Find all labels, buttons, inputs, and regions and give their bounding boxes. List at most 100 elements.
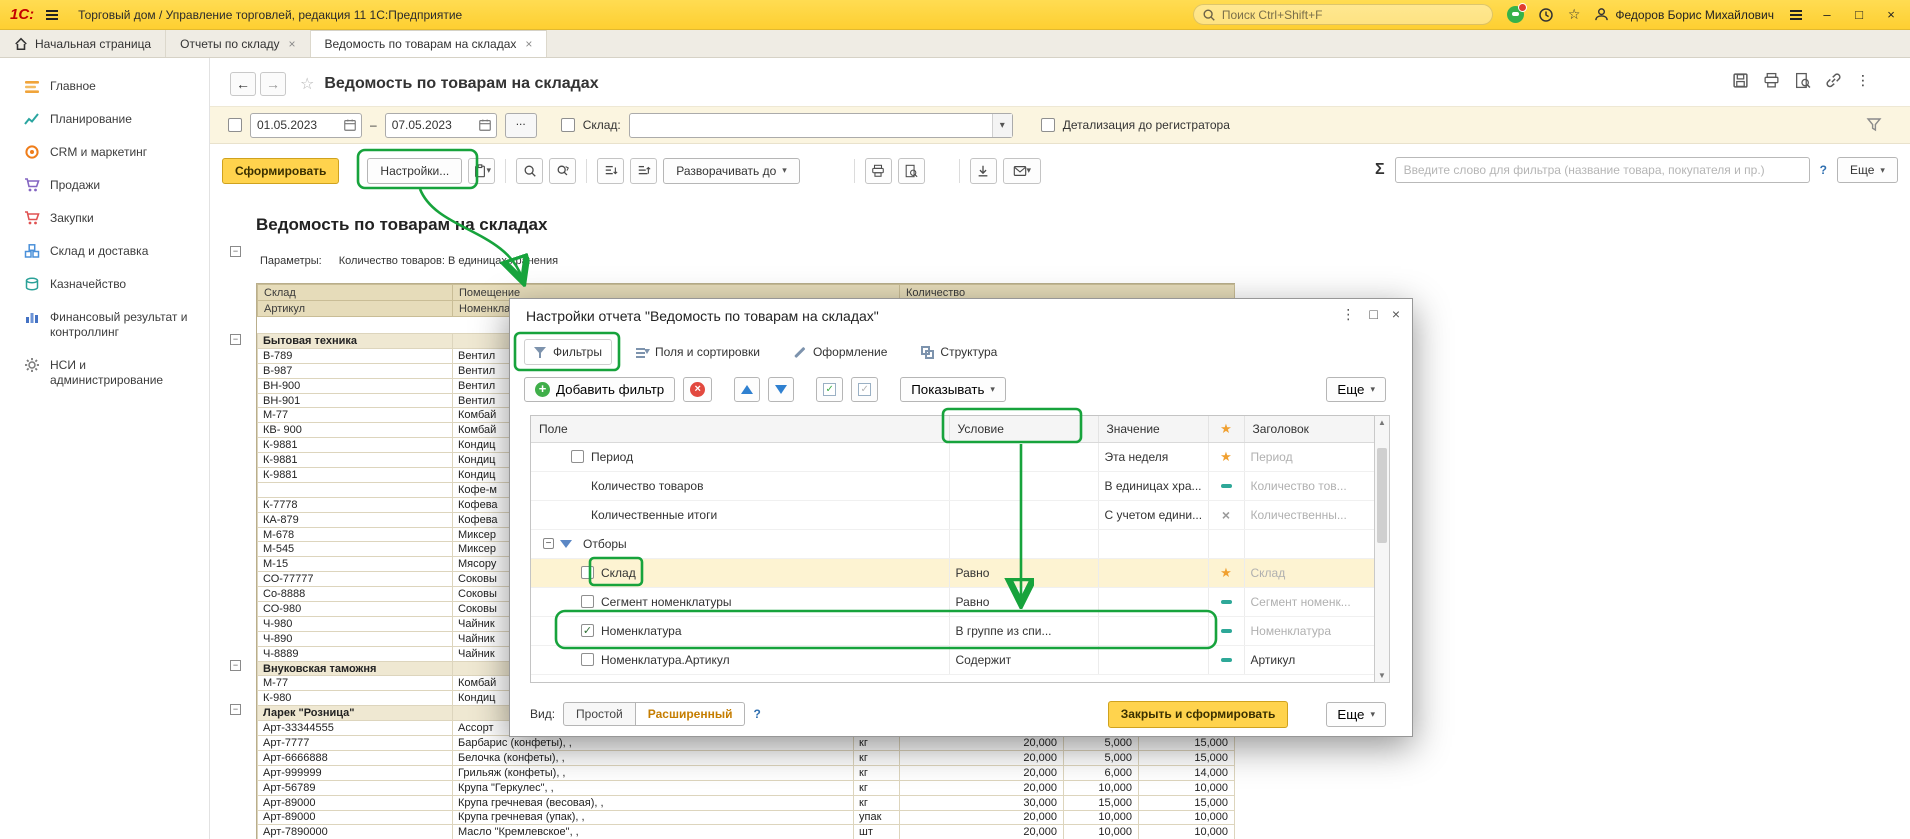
header-cell[interactable]: Количественны... <box>1251 508 1347 522</box>
tab-appearance[interactable]: Оформление <box>784 339 897 365</box>
choose-period-button[interactable]: ... <box>505 113 537 138</box>
maximize-icon[interactable]: □ <box>1850 7 1868 22</box>
link-icon[interactable] <box>1825 72 1842 89</box>
sidebar-item-main[interactable]: Главное <box>0 70 209 103</box>
period-checkbox[interactable] <box>228 118 242 132</box>
save-file-button[interactable] <box>970 158 997 184</box>
discussions-icon[interactable] <box>1507 6 1524 23</box>
collapse-toggle[interactable] <box>230 246 241 257</box>
add-filter-button[interactable]: Добавить фильтр <box>524 377 675 402</box>
row-checkbox[interactable] <box>581 566 594 579</box>
view-simple-button[interactable]: Простой <box>563 702 636 726</box>
sidebar-item-admin[interactable]: НСИ и администрирование <box>0 349 209 397</box>
more-menu-icon[interactable]: ⋮ <box>1856 72 1870 89</box>
col-condition[interactable]: Условие <box>949 416 1098 442</box>
tab-goods-statement[interactable]: Ведомость по товарам на складах × <box>311 30 548 57</box>
tab-fields-sorting[interactable]: Поля и сортировки <box>626 339 770 365</box>
value-cell[interactable] <box>1098 558 1208 587</box>
dialog-help-button[interactable]: ? <box>753 707 760 721</box>
table-row[interactable]: Арт-56789 Крупа "Геркулес", , кг 20,000 … <box>258 780 1235 795</box>
filter-row[interactable]: Склад Равно Склад <box>531 558 1374 587</box>
uncheck-all-button[interactable] <box>851 377 878 402</box>
value-cell[interactable] <box>1098 645 1208 674</box>
generate-button[interactable]: Сформировать <box>222 158 339 184</box>
service-menu-icon[interactable] <box>1788 7 1804 23</box>
user-menu[interactable]: Федоров Борис Михайлович <box>1594 7 1774 22</box>
dialog-close-icon[interactable]: × <box>1392 306 1400 323</box>
collapse-groups-button[interactable] <box>597 158 624 184</box>
row-checkbox[interactable] <box>581 595 594 608</box>
table-row[interactable]: Арт-89000 Крупа гречневая (упак), , упак… <box>258 810 1235 825</box>
scrollbar-thumb[interactable] <box>1377 448 1387 543</box>
minimize-icon[interactable]: – <box>1818 7 1836 22</box>
condition-cell[interactable] <box>949 500 1098 529</box>
importance-icon[interactable] <box>1209 507 1244 523</box>
history-icon[interactable] <box>1538 7 1554 23</box>
tab-filters[interactable]: Фильтры <box>524 339 612 365</box>
warehouse-combo[interactable]: ▾ <box>629 113 1013 138</box>
favorites-icon[interactable]: ☆ <box>1568 6 1581 23</box>
sidebar-item-purchases[interactable]: Закупки <box>0 202 209 235</box>
global-search[interactable]: Поиск Ctrl+Shift+F <box>1193 4 1493 25</box>
value-cell[interactable]: Эта неделя <box>1098 442 1208 471</box>
importance-icon[interactable] <box>1209 624 1244 638</box>
find-next-button[interactable] <box>549 158 576 184</box>
value-cell[interactable]: С учетом едини... <box>1098 500 1208 529</box>
move-down-button[interactable] <box>768 377 794 402</box>
calendar-icon[interactable] <box>343 118 357 132</box>
condition-cell[interactable]: Равно <box>949 558 1098 587</box>
sum-indicator-icon[interactable]: Σ <box>1375 161 1385 179</box>
filter-row[interactable]: Количественные итоги С учетом едини... К… <box>531 500 1374 529</box>
close-window-icon[interactable]: × <box>1882 7 1900 22</box>
date-to-field[interactable]: 07.05.2023 <box>385 113 497 138</box>
print-preview-button[interactable] <box>898 158 925 184</box>
header-cell[interactable]: Склад <box>1251 566 1286 580</box>
expand-groups-button[interactable] <box>630 158 657 184</box>
header-cell[interactable]: Период <box>1251 450 1293 464</box>
importance-icon[interactable] <box>1209 565 1244 581</box>
filter-row[interactable]: Отборы <box>531 529 1374 558</box>
sidebar-item-treasury[interactable]: Казначейство <box>0 268 209 301</box>
close-and-generate-button[interactable]: Закрыть и сформировать <box>1108 701 1289 728</box>
condition-cell[interactable]: В группе из спи... <box>949 616 1098 645</box>
close-tab-icon[interactable]: × <box>525 37 532 51</box>
quick-filter-input[interactable] <box>1395 157 1810 183</box>
delete-filter-button[interactable] <box>683 377 712 402</box>
dialog-more-button[interactable]: Еще ▾ <box>1326 377 1386 402</box>
preview-icon[interactable] <box>1794 72 1811 89</box>
table-row[interactable]: Арт-7777 Барбарис (конфеты), , кг 20,000… <box>258 736 1235 751</box>
footer-more-button[interactable]: Еще ▾ <box>1326 702 1386 727</box>
collapse-toggle[interactable] <box>230 660 241 671</box>
back-button[interactable]: ← <box>230 72 256 96</box>
row-checkbox[interactable] <box>581 624 594 637</box>
filter-row[interactable]: Сегмент номенклатуры Равно Сегмент номен… <box>531 587 1374 616</box>
value-cell[interactable] <box>1098 529 1208 558</box>
col-header[interactable]: Заголовок <box>1244 416 1374 442</box>
expand-to-button[interactable]: Разворачивать до ▾ <box>663 158 800 184</box>
importance-icon[interactable] <box>1209 595 1244 609</box>
scroll-up-icon[interactable]: ▲ <box>1375 418 1389 427</box>
sidebar-item-crm[interactable]: CRM и маркетинг <box>0 136 209 169</box>
print-button[interactable] <box>865 158 892 184</box>
move-up-button[interactable] <box>734 377 760 402</box>
sidebar-item-warehouse[interactable]: Склад и доставка <box>0 235 209 268</box>
chevron-down-icon[interactable]: ▾ <box>992 114 1012 137</box>
row-checkbox[interactable] <box>543 538 554 549</box>
help-button[interactable]: ? <box>1820 163 1827 177</box>
filter-row[interactable]: Номенклатура.Артикул Содержит Артикул <box>531 645 1374 674</box>
condition-cell[interactable] <box>949 471 1098 500</box>
table-row[interactable]: Арт-6666888 Белочка (конфеты), , кг 20,0… <box>258 750 1235 765</box>
condition-cell[interactable]: Равно <box>949 587 1098 616</box>
scroll-down-icon[interactable]: ▼ <box>1375 671 1389 680</box>
importance-icon[interactable] <box>1209 479 1244 493</box>
importance-icon[interactable] <box>1209 449 1244 465</box>
close-tab-icon[interactable]: × <box>289 37 296 51</box>
dialog-maximize-icon[interactable]: □ <box>1369 306 1377 323</box>
value-cell[interactable] <box>1098 616 1208 645</box>
tab-warehouse-reports[interactable]: Отчеты по складу × <box>166 30 310 57</box>
importance-icon[interactable] <box>1209 653 1244 667</box>
filter-row[interactable]: Номенклатура В группе из спи... Номенкла… <box>531 616 1374 645</box>
favorite-star-icon[interactable]: ☆ <box>300 74 314 94</box>
print-icon[interactable] <box>1763 72 1780 89</box>
find-button[interactable] <box>516 158 543 184</box>
